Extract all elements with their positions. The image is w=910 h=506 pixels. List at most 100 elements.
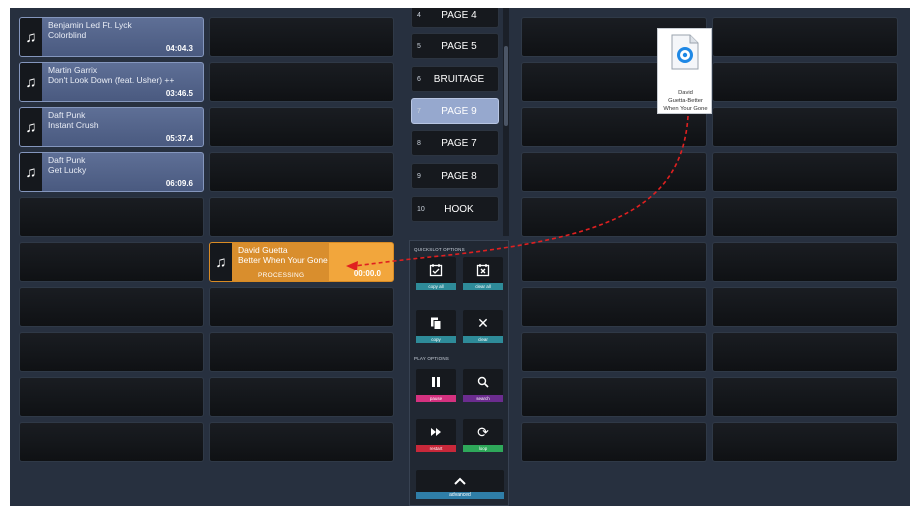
track-artist: Martin Garrix	[48, 65, 98, 75]
clear-all-button[interactable]: clear all	[463, 257, 503, 292]
play-section-label: PLAY OPTIONS	[414, 356, 449, 361]
track-duration: 05:37.4	[165, 134, 193, 143]
track-title: Don't Look Down (feat. Usher) ++	[48, 75, 175, 85]
empty-slot[interactable]	[712, 332, 898, 372]
track-slot[interactable]: ♫ Benjamin Led Ft. Lyck Colorblind 04:04…	[19, 17, 204, 57]
page-button[interactable]: 4 PAGE 4	[411, 8, 499, 28]
processing-status: PROCESSING	[258, 272, 305, 279]
page-list: 4 PAGE 4 5 PAGE 5 6 BRUITAGE 7 PAGE 9 8 PAGE …	[409, 8, 507, 236]
advanced-button[interactable]: advanced	[416, 470, 504, 500]
track-title: Colorblind	[48, 30, 87, 40]
empty-slot[interactable]	[712, 377, 898, 417]
control-panel: QUICKSLOT OPTIONS copy all clear all cop…	[409, 240, 509, 506]
empty-slot[interactable]	[712, 242, 898, 282]
empty-slot[interactable]	[712, 197, 898, 237]
track-artist: Daft Punk	[48, 110, 86, 120]
empty-slot[interactable]	[712, 287, 898, 327]
empty-slot[interactable]	[19, 377, 204, 417]
soundboard-app: ♫ Benjamin Led Ft. Lyck Colorblind 04:04…	[10, 8, 910, 506]
page-button[interactable]: 10 HOOK	[411, 196, 499, 222]
loop-button[interactable]: ⟳ loop	[463, 419, 503, 454]
pause-label: pause	[416, 395, 456, 402]
page-list-scroll-thumb[interactable]	[504, 46, 508, 126]
page-button-selected[interactable]: 7 PAGE 9	[411, 98, 499, 124]
empty-slot[interactable]	[521, 152, 707, 192]
processing-track-slot[interactable]: ♫ David Guetta Better When Your Gone PRO…	[209, 242, 394, 282]
clear-all-label: clear all	[463, 283, 503, 290]
empty-slot[interactable]	[19, 242, 204, 282]
search-button[interactable]: search	[463, 369, 503, 404]
copy-icon	[416, 310, 456, 336]
track-title: Instant Crush	[48, 120, 99, 130]
audio-file-icon	[671, 34, 699, 70]
clear-label: clear	[463, 336, 503, 343]
page-button[interactable]: 9 PAGE 8	[411, 163, 499, 189]
refresh-icon: ⟳	[463, 419, 503, 445]
empty-slot[interactable]	[19, 332, 204, 372]
empty-slot[interactable]	[712, 107, 898, 147]
pause-button[interactable]: pause	[416, 369, 456, 404]
restart-label: restart	[416, 445, 456, 452]
track-title: Get Lucky	[48, 165, 87, 175]
empty-slot[interactable]	[712, 422, 898, 462]
music-note-icon: ♫	[20, 63, 42, 101]
clear-button[interactable]: ✕ clear	[463, 310, 503, 345]
track-time: 00:00.0	[353, 269, 381, 278]
empty-slot[interactable]	[209, 197, 394, 237]
empty-slot[interactable]	[521, 377, 707, 417]
music-note-icon: ♫	[20, 18, 42, 56]
music-note-icon: ♫	[210, 243, 232, 281]
page-button[interactable]: 5 PAGE 5	[411, 33, 499, 59]
search-label: search	[463, 395, 503, 402]
close-icon: ✕	[463, 310, 503, 336]
track-artist: David Guetta	[238, 245, 288, 255]
empty-slot[interactable]	[209, 17, 394, 57]
empty-slot[interactable]	[521, 332, 707, 372]
track-duration: 06:09.6	[165, 179, 193, 188]
copy-label: copy	[416, 336, 456, 343]
restart-button[interactable]: restart	[416, 419, 456, 454]
track-artist: Daft Punk	[48, 155, 86, 165]
dragged-audio-file[interactable]: David Guetta-Better When Your Gone	[657, 28, 712, 114]
track-duration: 04:04.3	[165, 44, 193, 53]
empty-slot[interactable]	[19, 197, 204, 237]
empty-slot[interactable]	[209, 107, 394, 147]
left-slot-grid: ♫ Benjamin Led Ft. Lyck Colorblind 04:04…	[19, 17, 394, 462]
empty-slot[interactable]	[521, 287, 707, 327]
empty-slot[interactable]	[19, 287, 204, 327]
copy-all-label: copy all	[416, 283, 456, 290]
music-note-icon: ♫	[20, 108, 42, 146]
empty-slot[interactable]	[521, 422, 707, 462]
chevron-up-icon	[416, 470, 504, 492]
calendar-check-icon	[416, 257, 456, 283]
empty-slot[interactable]	[712, 152, 898, 192]
music-note-icon: ♫	[20, 153, 42, 191]
track-slot[interactable]: ♫ Daft Punk Instant Crush 05:37.4	[19, 107, 204, 147]
empty-slot[interactable]	[712, 17, 898, 57]
track-slot[interactable]: ♫ Daft Punk Get Lucky 06:09.6	[19, 152, 204, 192]
pause-icon	[416, 369, 456, 395]
empty-slot[interactable]	[712, 62, 898, 102]
track-title: Better When Your Gone	[238, 255, 328, 265]
copy-all-button[interactable]: copy all	[416, 257, 456, 292]
empty-slot[interactable]	[209, 377, 394, 417]
empty-slot[interactable]	[209, 62, 394, 102]
page-button[interactable]: 6 BRUITAGE	[411, 66, 499, 92]
file-name: David Guetta-Better When Your Gone	[663, 90, 708, 112]
search-icon	[463, 369, 503, 395]
loop-label: loop	[463, 445, 503, 452]
page-button[interactable]: 8 PAGE 7	[411, 130, 499, 156]
copy-button[interactable]: copy	[416, 310, 456, 345]
empty-slot[interactable]	[521, 197, 707, 237]
empty-slot[interactable]	[521, 242, 707, 282]
empty-slot[interactable]	[209, 332, 394, 372]
empty-slot[interactable]	[209, 287, 394, 327]
calendar-x-icon	[463, 257, 503, 283]
empty-slot[interactable]	[209, 152, 394, 192]
empty-slot[interactable]	[209, 422, 394, 462]
advanced-label: advanced	[416, 492, 504, 499]
track-slot[interactable]: ♫ Martin Garrix Don't Look Down (feat. U…	[19, 62, 204, 102]
quickslot-section-label: QUICKSLOT OPTIONS	[414, 247, 465, 252]
empty-slot[interactable]	[19, 422, 204, 462]
fast-forward-icon	[416, 419, 456, 445]
